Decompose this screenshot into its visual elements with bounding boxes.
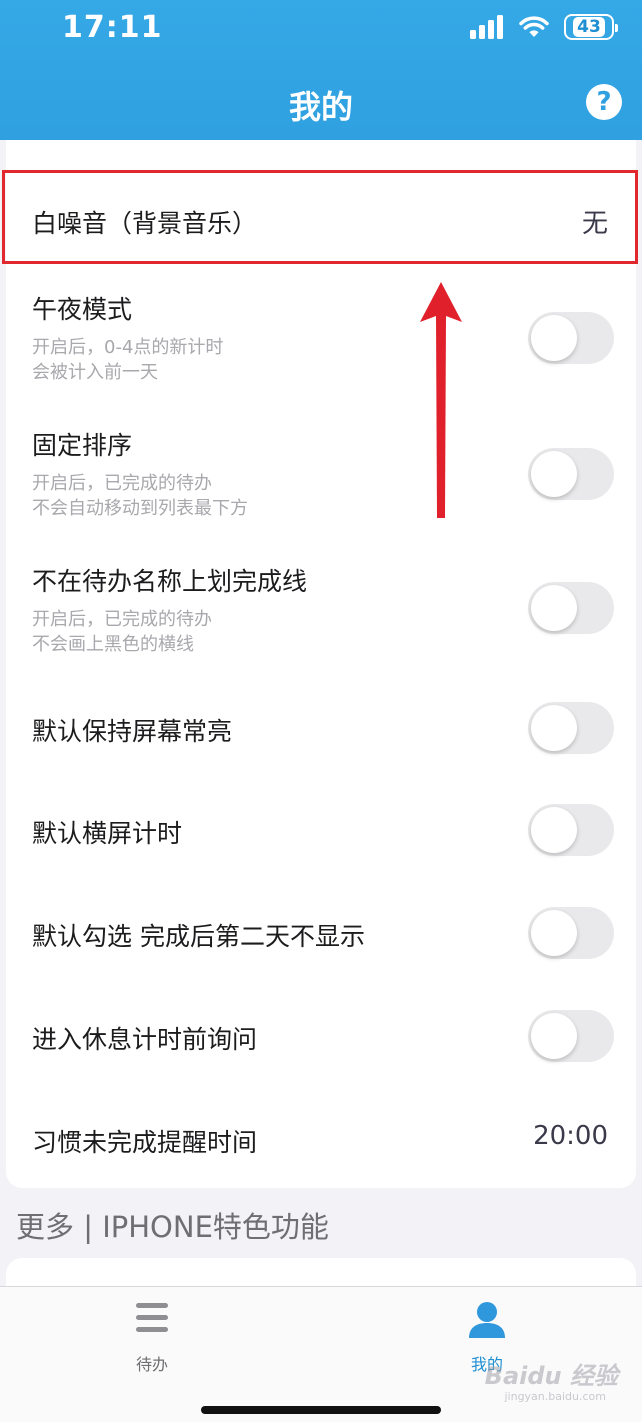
watermark-url: jingyan.baidu.com [504,1390,606,1403]
setting-title: 默认保持屏幕常亮 [32,717,233,746]
page-title: 我的 [288,88,353,126]
no-strikethrough-toggle[interactable] [528,582,614,634]
setting-keep-screen-on: 默认保持屏幕常亮 [6,678,636,780]
keep-screen-on-toggle[interactable] [528,702,614,754]
fixed-order-toggle[interactable] [528,448,614,500]
setting-fixed-order: 固定排序 开启后，已完成的待办 不会自动移动到列表最下方 [6,406,636,542]
landscape-timer-toggle[interactable] [528,804,614,856]
setting-ask-before-rest: 进入休息计时前询问 [6,986,636,1089]
tab-todo[interactable]: 待办 [72,1287,232,1377]
status-time: 17:11 [62,10,163,45]
setting-value: 20:00 [533,1121,608,1151]
cellular-signal-icon [470,15,503,39]
setting-title: 习惯未完成提醒时间 [32,1128,258,1157]
toggle-knob [531,807,577,853]
toggle-knob [531,315,577,361]
setting-description: 开启后，已完成的待办 [32,609,212,630]
setting-title: 进入休息计时前询问 [32,1025,258,1054]
setting-description: 不会画上黑色的横线 [32,634,194,655]
ask-before-rest-toggle[interactable] [528,1010,614,1062]
highlight-box [2,170,638,264]
home-indicator [201,1406,441,1414]
person-icon [469,1302,505,1338]
toggle-knob [531,1013,577,1059]
setting-title: 不在待办名称上划完成线 [32,567,308,596]
settings-card: 白噪音（背景音乐） 无 午夜模式 开启后，0-4点的新计时 会被计入前一天 固定… [6,140,636,1188]
section-title-more: 更多 | IPHONE特色功能 [16,1210,329,1244]
setting-no-strikethrough: 不在待办名称上划完成线 开启后，已完成的待办 不会画上黑色的横线 [6,542,636,678]
setting-description: 开启后，已完成的待办 [32,473,212,494]
toggle-knob [531,451,577,497]
toggle-knob [531,585,577,631]
app-header: 17:11 43 我的 ? [0,0,642,140]
battery-level: 43 [573,17,605,37]
setting-description: 不会自动移动到列表最下方 [32,498,248,519]
setting-midnight-mode: 午夜模式 开启后，0-4点的新计时 会被计入前一天 [6,270,636,406]
setting-habit-reminder-time[interactable]: 习惯未完成提醒时间 20:00 [6,1089,636,1188]
annotation-arrow [420,282,462,518]
setting-title: 固定排序 [32,431,133,460]
tab-label: 待办 [135,1355,168,1374]
wifi-icon [519,16,549,37]
setting-title: 默认勾选 完成后第二天不显示 [32,922,365,951]
setting-landscape-timer: 默认横屏计时 [6,780,636,883]
toggle-knob [531,705,577,751]
hide-next-day-toggle[interactable] [528,907,614,959]
setting-description: 会被计入前一天 [32,362,158,383]
setting-hide-next-day: 默认勾选 完成后第二天不显示 [6,883,636,986]
toggle-knob [531,910,577,956]
help-button[interactable]: ? [586,84,622,120]
setting-title: 午夜模式 [32,295,133,324]
status-icons: 43 [470,14,618,40]
midnight-mode-toggle[interactable] [528,312,614,364]
setting-description: 开启后，0-4点的新计时 [32,337,224,358]
battery-icon: 43 [564,14,618,40]
list-icon [136,1303,168,1332]
setting-title: 默认横屏计时 [32,819,183,848]
watermark-logo: Baidu 经验 [484,1362,618,1390]
